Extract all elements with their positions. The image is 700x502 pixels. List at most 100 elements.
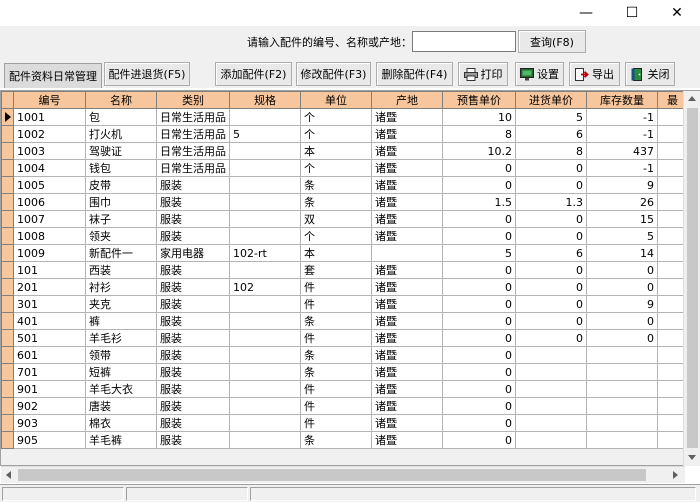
- table-cell[interactable]: 1003: [13, 142, 86, 160]
- table-cell[interactable]: 0: [442, 431, 516, 449]
- table-cell[interactable]: 0: [442, 227, 516, 245]
- table-row[interactable]: 905 羊毛裤 服装 条诸暨 0: [1, 431, 688, 449]
- table-cell[interactable]: 1005: [13, 176, 86, 194]
- table-cell[interactable]: 件: [300, 278, 372, 296]
- table-cell[interactable]: 1.5: [442, 193, 516, 211]
- table-cell[interactable]: 诸暨: [371, 125, 443, 143]
- table-cell[interactable]: 0: [515, 210, 587, 228]
- table-cell[interactable]: 服装: [156, 312, 230, 330]
- horizontal-scrollbar[interactable]: [1, 466, 685, 483]
- table-cell[interactable]: 0: [442, 261, 516, 279]
- table-cell[interactable]: 羊毛衫: [85, 329, 157, 347]
- close-window-button[interactable]: ✕: [654, 0, 700, 26]
- table-cell[interactable]: 件: [300, 295, 372, 313]
- parts-grid[interactable]: 编号 名称 类别 规格 单位 产地 预售单价 进货单价 库存数量最 1001 包日常生活用品个诸暨…: [0, 90, 700, 466]
- table-cell[interactable]: 日常生活用品: [156, 142, 230, 160]
- row-indicator[interactable]: [1, 363, 14, 381]
- table-row[interactable]: 401 裤服装条诸暨 0 0 0: [1, 312, 688, 330]
- table-row[interactable]: 701 短裤 服装 条诸暨 0: [1, 363, 688, 381]
- table-cell[interactable]: 6: [515, 244, 587, 262]
- table-cell[interactable]: 301: [13, 295, 86, 313]
- table-cell[interactable]: 本: [300, 142, 372, 160]
- table-cell[interactable]: 服装: [156, 397, 230, 415]
- table-cell[interactable]: 诸暨: [371, 329, 443, 347]
- row-indicator[interactable]: [1, 125, 14, 143]
- table-cell[interactable]: [586, 380, 658, 398]
- table-cell[interactable]: 服装: [156, 227, 230, 245]
- table-cell[interactable]: 14: [586, 244, 658, 262]
- row-indicator[interactable]: [1, 227, 14, 245]
- table-row[interactable]: 1005 皮带 服装条诸暨 0 0 9: [1, 176, 688, 194]
- table-cell[interactable]: 0: [515, 278, 587, 296]
- table-cell[interactable]: 个: [300, 108, 372, 126]
- table-cell[interactable]: 服装: [156, 363, 230, 381]
- table-cell[interactable]: 437: [586, 142, 658, 160]
- row-indicator[interactable]: [1, 312, 14, 330]
- table-cell[interactable]: [515, 431, 587, 449]
- table-cell[interactable]: 9: [586, 295, 658, 313]
- table-cell[interactable]: 5: [442, 244, 516, 262]
- table-cell[interactable]: [586, 363, 658, 381]
- table-cell[interactable]: [515, 397, 587, 415]
- table-cell[interactable]: 服装: [156, 431, 230, 449]
- table-cell[interactable]: 服装: [156, 176, 230, 194]
- row-indicator[interactable]: [1, 329, 14, 347]
- table-cell[interactable]: [515, 363, 587, 381]
- table-cell[interactable]: 0: [515, 329, 587, 347]
- table-cell[interactable]: 0: [442, 159, 516, 177]
- table-cell[interactable]: [229, 346, 301, 364]
- table-cell[interactable]: 诸暨: [371, 261, 443, 279]
- table-cell[interactable]: -1: [586, 108, 658, 126]
- table-cell[interactable]: 5: [586, 227, 658, 245]
- table-cell[interactable]: 领夹: [85, 227, 157, 245]
- vertical-scrollbar[interactable]: [683, 91, 700, 466]
- row-indicator[interactable]: [1, 108, 14, 126]
- row-indicator[interactable]: [1, 244, 14, 262]
- table-cell[interactable]: 皮带: [85, 176, 157, 194]
- stock-in-out-button[interactable]: 配件进退货(F5): [104, 62, 190, 86]
- table-cell[interactable]: 102-rt: [229, 244, 301, 262]
- table-cell[interactable]: [229, 176, 301, 194]
- table-cell[interactable]: [229, 397, 301, 415]
- scroll-up-icon[interactable]: [688, 96, 696, 101]
- table-row[interactable]: 601 领带 服装 条诸暨 0: [1, 346, 688, 364]
- table-cell[interactable]: 10.2: [442, 142, 516, 160]
- table-cell[interactable]: [229, 329, 301, 347]
- table-cell[interactable]: [586, 431, 658, 449]
- row-indicator[interactable]: [1, 278, 14, 296]
- table-cell[interactable]: 诸暨: [371, 414, 443, 432]
- table-cell[interactable]: 1007: [13, 210, 86, 228]
- table-row[interactable]: 901 羊毛大衣 服装 件诸暨 0: [1, 380, 688, 398]
- table-cell[interactable]: 201: [13, 278, 86, 296]
- table-cell[interactable]: 双: [300, 210, 372, 228]
- table-cell[interactable]: 服装: [156, 278, 230, 296]
- table-cell[interactable]: [371, 244, 443, 262]
- table-cell[interactable]: 打火机: [85, 125, 157, 143]
- table-cell[interactable]: 羊毛大衣: [85, 380, 157, 398]
- table-cell[interactable]: 1004: [13, 159, 86, 177]
- table-cell[interactable]: 诸暨: [371, 176, 443, 194]
- table-cell[interactable]: 诸暨: [371, 380, 443, 398]
- table-cell[interactable]: 套: [300, 261, 372, 279]
- table-cell[interactable]: [515, 414, 587, 432]
- table-cell[interactable]: 0: [442, 329, 516, 347]
- table-cell[interactable]: 围巾: [85, 193, 157, 211]
- export-button[interactable]: 导出: [569, 62, 620, 86]
- row-indicator[interactable]: [1, 397, 14, 415]
- horizontal-scroll-thumb[interactable]: [18, 469, 646, 481]
- table-cell[interactable]: 条: [300, 312, 372, 330]
- table-cell[interactable]: 701: [13, 363, 86, 381]
- table-cell[interactable]: 个: [300, 227, 372, 245]
- table-cell[interactable]: 1002: [13, 125, 86, 143]
- table-cell[interactable]: 服装: [156, 414, 230, 432]
- table-cell[interactable]: 短裤: [85, 363, 157, 381]
- table-row[interactable]: 1003 驾驶证 日常生活用品 本诸暨 10.2 8 437: [1, 142, 688, 160]
- table-cell[interactable]: [586, 346, 658, 364]
- table-cell[interactable]: 诸暨: [371, 278, 443, 296]
- table-row[interactable]: 1002 打火机 日常生活用品 5 个诸暨 8 6 -1: [1, 125, 688, 143]
- table-cell[interactable]: 0: [515, 295, 587, 313]
- table-cell[interactable]: [229, 312, 301, 330]
- table-cell[interactable]: 日常生活用品: [156, 108, 230, 126]
- table-cell[interactable]: 601: [13, 346, 86, 364]
- table-cell[interactable]: 0: [515, 261, 587, 279]
